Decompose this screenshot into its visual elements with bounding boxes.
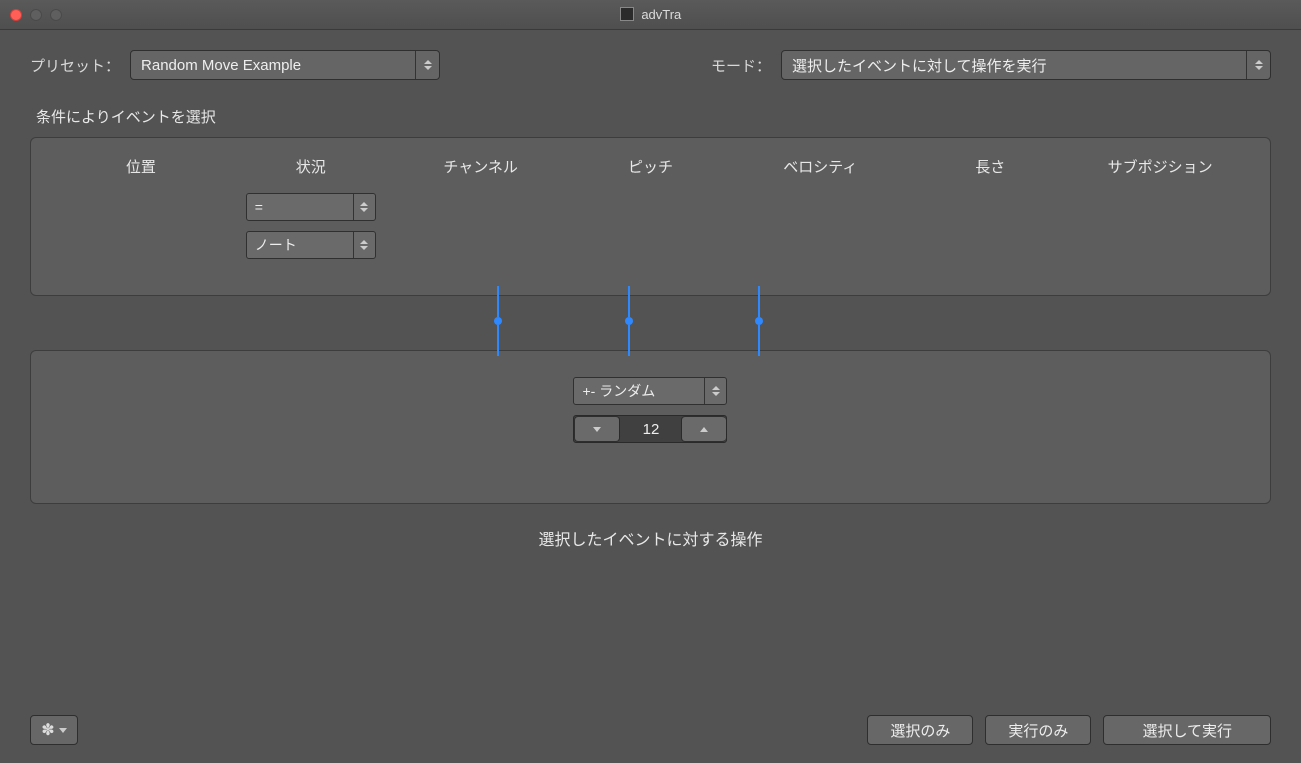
action-pitch-value-spinner[interactable]: 12	[573, 415, 727, 443]
window-title-text: advTra	[641, 7, 681, 22]
mode-label: モード：	[711, 55, 771, 76]
select-and-execute-label: 選択して実行	[1142, 720, 1232, 741]
column-position: 位置	[61, 156, 221, 183]
gear-icon: ✽	[41, 720, 54, 740]
action-section-title: 選択したイベントに対する操作	[30, 526, 1271, 550]
filter-panel: 位置 状況 = ノート チャンネル ピッチ ベロシティ	[30, 137, 1271, 296]
column-length: 長さ	[910, 156, 1070, 183]
column-channel-header: チャンネル	[443, 156, 518, 177]
close-window-button[interactable]	[10, 9, 22, 21]
action-pitch-mode-caret-icon	[704, 378, 726, 404]
settings-gear-button[interactable]: ✽	[30, 715, 78, 745]
header-row: プリセット： Random Move Example モード： 選択したイベント…	[30, 50, 1271, 80]
minimize-window-button[interactable]	[30, 9, 42, 21]
filter-section-title: 条件によりイベントを選択	[36, 106, 1271, 127]
column-position-header: 位置	[126, 156, 156, 177]
status-type-select[interactable]: ノート	[246, 231, 376, 259]
window-icon	[620, 7, 634, 21]
column-status: 状況 = ノート	[231, 156, 391, 259]
column-velocity: ベロシティ	[740, 156, 900, 183]
preset-caret-icon	[415, 51, 439, 79]
execute-only-label: 実行のみ	[1008, 720, 1068, 741]
column-velocity-header: ベロシティ	[783, 156, 857, 177]
status-operator-caret-icon	[353, 194, 375, 220]
column-pitch: ピッチ	[571, 156, 731, 183]
status-operator-select[interactable]: =	[246, 193, 376, 221]
action-pitch-mode-value: +- ランダム	[582, 381, 655, 401]
mode-caret-icon	[1246, 51, 1270, 79]
select-only-label: 選択のみ	[890, 720, 950, 741]
execute-only-button[interactable]: 実行のみ	[985, 715, 1091, 745]
window-controls	[10, 9, 62, 21]
mode-value: 選択したイベントに対して操作を実行	[792, 55, 1047, 76]
connector-pitch[interactable]	[626, 286, 632, 356]
preset-select[interactable]: Random Move Example	[130, 50, 440, 80]
chevron-down-icon	[59, 728, 67, 733]
column-pitch-header: ピッチ	[628, 156, 673, 177]
footer-bar: ✽ 選択のみ 実行のみ 選択して実行	[30, 715, 1271, 745]
window-titlebar: advTra	[0, 0, 1301, 30]
status-operator-value: =	[255, 199, 263, 215]
spinner-increment-button[interactable]	[681, 416, 726, 442]
preset-label: プリセット：	[30, 55, 120, 76]
connector-velocity[interactable]	[756, 286, 762, 356]
connector-channel[interactable]	[495, 286, 501, 356]
action-pitch-mode-select[interactable]: +- ランダム	[573, 377, 727, 405]
preset-value: Random Move Example	[141, 57, 301, 74]
spinner-value[interactable]: 12	[620, 421, 681, 438]
spinner-decrement-button[interactable]	[574, 416, 620, 442]
column-channel: チャンネル	[401, 156, 561, 183]
column-status-header: 状況	[296, 156, 326, 177]
status-type-caret-icon	[353, 232, 375, 258]
connector-area	[30, 286, 1271, 356]
status-type-value: ノート	[255, 235, 297, 255]
column-subposition-header: サブポジション	[1108, 156, 1213, 177]
action-panel: +- ランダム 12	[30, 350, 1271, 504]
column-subposition: サブポジション	[1080, 156, 1240, 183]
select-only-button[interactable]: 選択のみ	[867, 715, 973, 745]
select-and-execute-button[interactable]: 選択して実行	[1103, 715, 1271, 745]
zoom-window-button[interactable]	[50, 9, 62, 21]
mode-select[interactable]: 選択したイベントに対して操作を実行	[781, 50, 1271, 80]
window-title: advTra	[0, 7, 1301, 22]
column-length-header: 長さ	[975, 156, 1005, 177]
